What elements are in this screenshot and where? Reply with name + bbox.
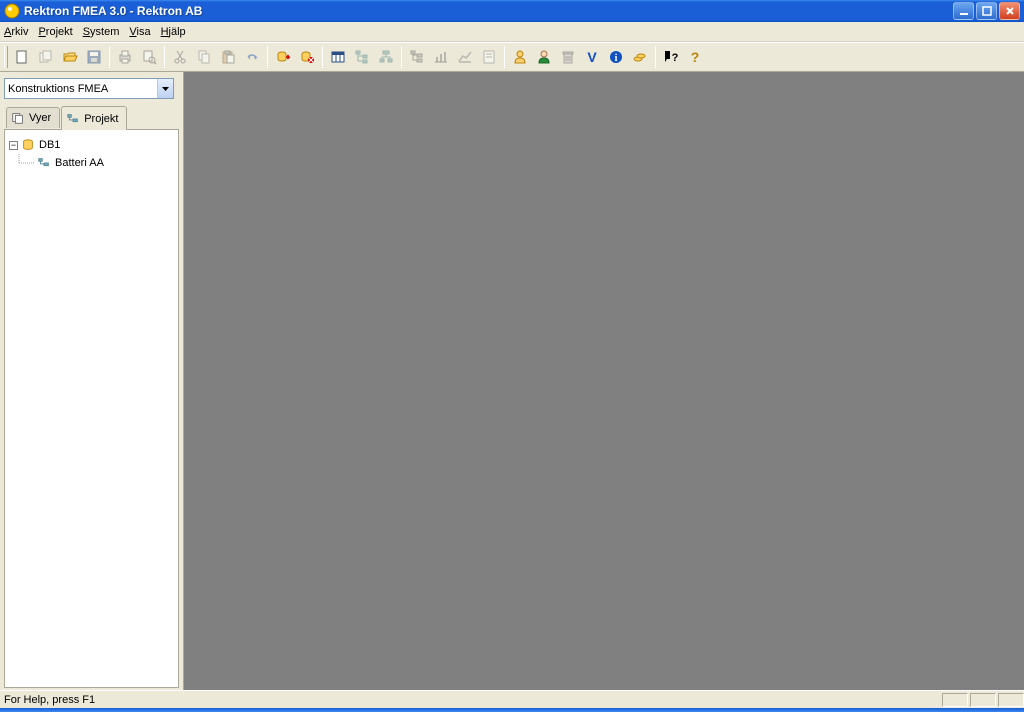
note-icon[interactable]	[478, 46, 500, 68]
view-tree2-icon[interactable]	[375, 46, 397, 68]
toolbar-separator	[267, 46, 268, 68]
toolbar-grip	[4, 46, 8, 68]
status-panel	[970, 693, 996, 707]
copy-window-icon[interactable]	[35, 46, 57, 68]
maximize-button[interactable]	[976, 2, 997, 20]
project-icon	[66, 112, 80, 126]
menu-hjalp[interactable]: Hjälp	[161, 26, 186, 38]
coins-icon[interactable]	[629, 46, 651, 68]
print-icon[interactable]	[114, 46, 136, 68]
tree-panel: − DB1 Batteri AA	[4, 129, 179, 688]
toolbar-separator	[655, 46, 656, 68]
tree-connector	[15, 154, 37, 172]
collapse-icon[interactable]: −	[9, 141, 18, 150]
svg-text:i: i	[615, 53, 618, 64]
tree-node-label: Batteri AA	[55, 157, 104, 169]
user-green-icon[interactable]	[533, 46, 555, 68]
statusbar: For Help, press F1	[0, 690, 1024, 708]
sidebar-tabs: Vyer Projekt	[4, 105, 179, 129]
print-preview-icon[interactable]	[138, 46, 160, 68]
toolbar-separator	[109, 46, 110, 68]
minimize-button[interactable]	[953, 2, 974, 20]
paste-icon[interactable]	[217, 46, 239, 68]
v-letter-icon[interactable]: V	[581, 46, 603, 68]
window-title: Rektron FMEA 3.0 - Rektron AB	[24, 4, 953, 18]
new-document-icon[interactable]	[11, 46, 33, 68]
toolbar: V i ? ?	[0, 42, 1024, 72]
trash-icon[interactable]	[557, 46, 579, 68]
user-yellow-icon[interactable]	[509, 46, 531, 68]
svg-text:V: V	[587, 49, 597, 65]
menu-system[interactable]: System	[83, 26, 120, 38]
menu-arkiv[interactable]: Arkiv	[4, 26, 28, 38]
status-text: For Help, press F1	[4, 694, 95, 706]
menubar: Arkiv Projekt System Visa Hjälp	[0, 22, 1024, 42]
views-icon	[11, 111, 25, 125]
toolbar-separator	[504, 46, 505, 68]
undo-icon[interactable]	[241, 46, 263, 68]
menu-projekt[interactable]: Projekt	[38, 26, 72, 38]
chart2-icon[interactable]	[454, 46, 476, 68]
chart-icon[interactable]	[430, 46, 452, 68]
fmea-type-dropdown[interactable]: Konstruktions FMEA	[4, 78, 174, 99]
db-commit-icon[interactable]	[296, 46, 318, 68]
toolbar-separator	[401, 46, 402, 68]
toolbar-separator	[164, 46, 165, 68]
tree-root-row[interactable]: − DB1	[9, 136, 174, 154]
chevron-down-icon	[157, 79, 173, 98]
tab-vyer[interactable]: Vyer	[6, 107, 60, 128]
titlebar: Rektron FMEA 3.0 - Rektron AB	[0, 0, 1024, 22]
report-icon[interactable]	[406, 46, 428, 68]
mdi-client-area	[184, 72, 1024, 690]
help-icon[interactable]: ?	[684, 46, 706, 68]
status-panel	[998, 693, 1024, 707]
open-folder-icon[interactable]	[59, 46, 81, 68]
tab-label: Projekt	[84, 113, 118, 125]
tree-child-row[interactable]: Batteri AA	[9, 154, 174, 172]
toolbar-separator	[322, 46, 323, 68]
status-panel	[942, 693, 968, 707]
tab-label: Vyer	[29, 112, 51, 124]
taskbar-edge	[0, 708, 1024, 712]
item-icon	[37, 156, 51, 170]
close-button[interactable]	[999, 2, 1020, 20]
svg-text:?: ?	[691, 49, 700, 65]
view-table-icon[interactable]	[327, 46, 349, 68]
work-area: Konstruktions FMEA Vyer Projekt − DB1 B	[0, 72, 1024, 690]
info-icon[interactable]: i	[605, 46, 627, 68]
tree-node-label: DB1	[39, 139, 60, 151]
window-controls	[953, 2, 1024, 20]
save-icon[interactable]	[83, 46, 105, 68]
svg-text:?: ?	[672, 52, 679, 64]
app-icon	[4, 3, 20, 19]
tab-projekt[interactable]: Projekt	[61, 106, 127, 130]
cut-icon[interactable]	[169, 46, 191, 68]
sidebar: Konstruktions FMEA Vyer Projekt − DB1 B	[0, 72, 184, 690]
database-icon	[21, 138, 35, 152]
db-refresh-icon[interactable]	[272, 46, 294, 68]
copy-icon[interactable]	[193, 46, 215, 68]
dropdown-selected: Konstruktions FMEA	[5, 83, 157, 95]
view-tree1-icon[interactable]	[351, 46, 373, 68]
menu-visa[interactable]: Visa	[129, 26, 150, 38]
context-help-icon[interactable]: ?	[660, 46, 682, 68]
